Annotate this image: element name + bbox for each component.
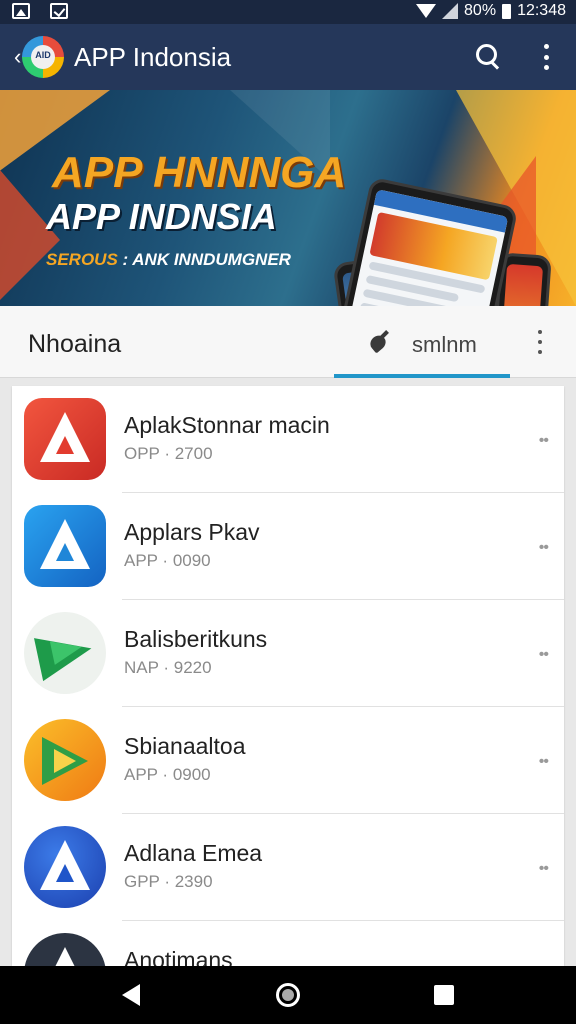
list-item[interactable]: Applars Pkav APP · 0090 •• [12, 493, 564, 600]
app-title: Anotimans [124, 947, 233, 966]
list-item[interactable]: Adlana Emea GPP · 2390 •• [12, 814, 564, 921]
a-logo-blue-icon [24, 505, 106, 587]
a-logo-navy-icon [24, 826, 106, 908]
list-item[interactable]: Anotimans [12, 921, 564, 966]
nav-back-icon[interactable] [122, 984, 140, 1006]
app-logo-text: AID [35, 50, 51, 60]
banner-subtitle: APP INDNSIA [46, 196, 277, 237]
item-more-icon[interactable]: •• [539, 860, 549, 878]
wifi-icon [416, 4, 437, 18]
tab-nhoaina[interactable]: Nhoaina [28, 330, 121, 359]
search-icon[interactable] [476, 44, 500, 68]
nav-recents-icon[interactable] [434, 985, 454, 1005]
item-more-icon[interactable]: •• [539, 432, 549, 450]
tab-smlnm[interactable]: smlnm [334, 306, 510, 378]
item-more-icon[interactable]: •• [539, 539, 549, 557]
app-subtitle: OPP · 2700 [124, 444, 213, 463]
system-nav-bar [0, 966, 576, 1024]
app-title: Balisberitkuns [124, 626, 268, 652]
list-item[interactable]: Balisberitkuns NAP · 9220 •• [12, 600, 564, 707]
gallery-notification-icon [12, 3, 30, 19]
app-logo: AID [22, 36, 64, 78]
item-more-icon[interactable]: •• [539, 646, 549, 664]
item-more-icon[interactable]: •• [539, 753, 549, 771]
list-item[interactable]: Sbianaaltoa APP · 0900 •• [12, 707, 564, 814]
battery-icon [502, 3, 512, 19]
green-arrow-icon [24, 612, 106, 694]
clock: 12:348 [517, 2, 566, 19]
banner-tagline-prefix: SEROUS [46, 250, 118, 269]
app-title: AplakStonnar macin [124, 412, 330, 438]
back-arrow-icon[interactable]: ‹ [14, 46, 21, 68]
nav-home-icon[interactable] [276, 983, 300, 1007]
plug-icon [368, 330, 392, 354]
app-subtitle: APP · 0090 [124, 551, 211, 570]
play-triangle-icon [24, 719, 106, 801]
tab-indicator [334, 374, 510, 378]
check-notification-icon [50, 3, 68, 19]
app-title: Adlana Emea [124, 840, 263, 866]
app-title: Applars Pkav [124, 519, 260, 545]
overflow-menu-icon[interactable] [538, 44, 554, 70]
a-logo-dark-icon [24, 933, 106, 966]
signal-icon [442, 3, 459, 19]
tab-smlnm-label: smlnm [412, 332, 477, 357]
list-item[interactable]: AplakStonnar macin OPP · 2700 •• [12, 386, 564, 493]
tab-overflow-icon[interactable] [532, 330, 548, 354]
tab-bar: Nhoaina smlnm [0, 306, 576, 378]
app-title: Sbianaaltoa [124, 733, 246, 759]
app-list: AplakStonnar macin OPP · 2700 •• Applars… [12, 386, 564, 966]
app-subtitle: APP · 0900 [124, 765, 211, 784]
status-bar: 80% 12:348 [0, 0, 576, 24]
banner-tagline: SEROUS : ANK INNDUMGNER [46, 250, 291, 270]
app-subtitle: NAP · 9220 [124, 658, 212, 677]
promo-banner[interactable]: APP HNNNGA APP INDNSIA SEROUS : ANK INND… [0, 90, 576, 306]
app-subtitle: GPP · 2390 [124, 872, 213, 891]
a-logo-red-icon [24, 398, 106, 480]
battery-percent: 80% [464, 2, 497, 19]
banner-tagline-text: : ANK INNDUMGNER [122, 250, 291, 269]
app-bar: ‹ AID APP Indonsia [0, 24, 576, 90]
page-title: APP Indonsia [74, 42, 232, 72]
banner-headline: APP HNNNGA [52, 148, 347, 197]
